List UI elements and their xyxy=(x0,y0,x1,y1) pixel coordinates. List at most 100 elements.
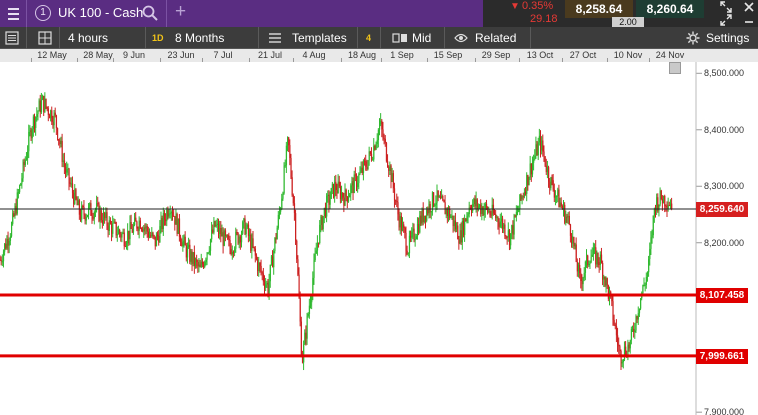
candle-body xyxy=(583,272,585,278)
detach-icon[interactable] xyxy=(720,14,732,26)
candle-body xyxy=(453,220,455,227)
candle-body xyxy=(247,224,250,236)
candle-body xyxy=(637,313,639,320)
candle-body xyxy=(419,215,421,233)
candle-body xyxy=(481,207,483,214)
candle-body xyxy=(434,204,436,206)
candle-body xyxy=(334,181,336,198)
candle-body xyxy=(472,204,474,212)
list-icon[interactable] xyxy=(5,31,19,45)
search-icon[interactable] xyxy=(141,4,159,22)
candle-body xyxy=(28,131,30,152)
candle-body xyxy=(93,212,95,219)
buy-price-button[interactable]: 8,260.64 xyxy=(636,0,704,18)
candle-body xyxy=(268,281,270,295)
candle-body xyxy=(209,239,212,251)
candle-body xyxy=(116,234,118,236)
gear-icon xyxy=(686,31,700,45)
candle-body xyxy=(664,195,666,207)
candle-body xyxy=(101,220,104,224)
minimize-icon[interactable] xyxy=(743,14,755,26)
settings-button[interactable]: Settings xyxy=(706,27,749,49)
candle-body xyxy=(131,228,133,233)
candle-body xyxy=(238,236,240,244)
candle-body xyxy=(337,181,339,194)
candle-body xyxy=(349,194,351,198)
candle-body xyxy=(299,298,301,322)
candle-body xyxy=(513,215,515,235)
candle-body xyxy=(257,259,259,272)
candle-body xyxy=(59,140,61,145)
interval-selector[interactable]: 4 hours xyxy=(68,27,108,49)
expand-icon[interactable] xyxy=(720,1,732,13)
range-selector[interactable]: 8 Months xyxy=(175,27,224,49)
candle-body xyxy=(82,206,84,208)
divider xyxy=(26,0,27,27)
menu-icon[interactable] xyxy=(0,0,26,27)
candle-body xyxy=(306,315,308,339)
support-line-price-label[interactable]: 8,107.458 xyxy=(696,288,748,303)
candle-body xyxy=(436,190,438,203)
candle-body xyxy=(526,174,528,194)
candle-body xyxy=(162,213,164,230)
support-line-price-label[interactable]: 7,999.661 xyxy=(696,348,748,364)
sell-price-button[interactable]: 8,258.64 xyxy=(565,0,633,18)
candle-body xyxy=(24,159,26,165)
templates-button[interactable]: Templates xyxy=(292,27,347,49)
price-type-selector[interactable]: Mid xyxy=(412,27,431,49)
candle-body xyxy=(197,262,199,267)
candle-body xyxy=(487,207,489,213)
candle-body xyxy=(350,185,352,195)
candle-body xyxy=(382,129,384,139)
scroll-to-latest-icon[interactable] xyxy=(669,62,681,74)
date-tick-label: 1 Sep xyxy=(390,50,414,60)
candle-body xyxy=(595,247,597,265)
candle-body xyxy=(528,177,530,185)
candle-body xyxy=(127,230,129,244)
instrument-title[interactable]: UK 100 - Cash xyxy=(58,5,143,20)
candle-body xyxy=(53,112,55,126)
candle-body xyxy=(292,195,294,204)
add-tab-icon[interactable]: + xyxy=(175,1,186,23)
candle-body xyxy=(174,216,176,225)
candle-body xyxy=(387,161,389,167)
candle-body xyxy=(479,204,481,207)
related-button[interactable]: Related xyxy=(475,27,516,49)
candle-body xyxy=(482,207,484,216)
layout-grid-icon[interactable] xyxy=(38,31,52,45)
close-icon[interactable] xyxy=(743,1,755,13)
candle-body xyxy=(46,106,48,109)
candle-body xyxy=(572,236,574,244)
candle-body xyxy=(241,233,243,243)
candle-body xyxy=(497,217,499,223)
candle-body xyxy=(517,211,519,213)
candle-body xyxy=(375,144,377,150)
candle-body xyxy=(519,194,521,209)
price-chart[interactable] xyxy=(0,62,758,415)
date-tick-label: 27 Oct xyxy=(569,50,597,60)
candle-body xyxy=(54,112,56,116)
candle-body xyxy=(362,160,365,173)
candle-body xyxy=(459,230,461,244)
candle-body xyxy=(29,130,31,132)
date-tick-label: 13 Oct xyxy=(526,50,554,60)
candle-body xyxy=(7,239,9,246)
candle-body xyxy=(368,151,370,161)
candle-body xyxy=(411,231,413,238)
candle-body xyxy=(71,183,74,193)
candle-body xyxy=(553,189,555,198)
candle-body xyxy=(575,244,577,262)
candle-body xyxy=(200,261,202,268)
candle-body xyxy=(522,196,524,198)
candle-body xyxy=(109,220,112,224)
candle-body xyxy=(190,251,192,262)
candle-body xyxy=(22,161,24,179)
candle-body xyxy=(461,221,463,243)
candle-body xyxy=(474,198,476,207)
candle-body xyxy=(195,259,197,267)
candle-body xyxy=(444,202,446,215)
candle-body xyxy=(113,221,115,223)
candle-body xyxy=(145,225,147,229)
candle-body xyxy=(254,248,256,256)
candle-body xyxy=(237,232,239,244)
